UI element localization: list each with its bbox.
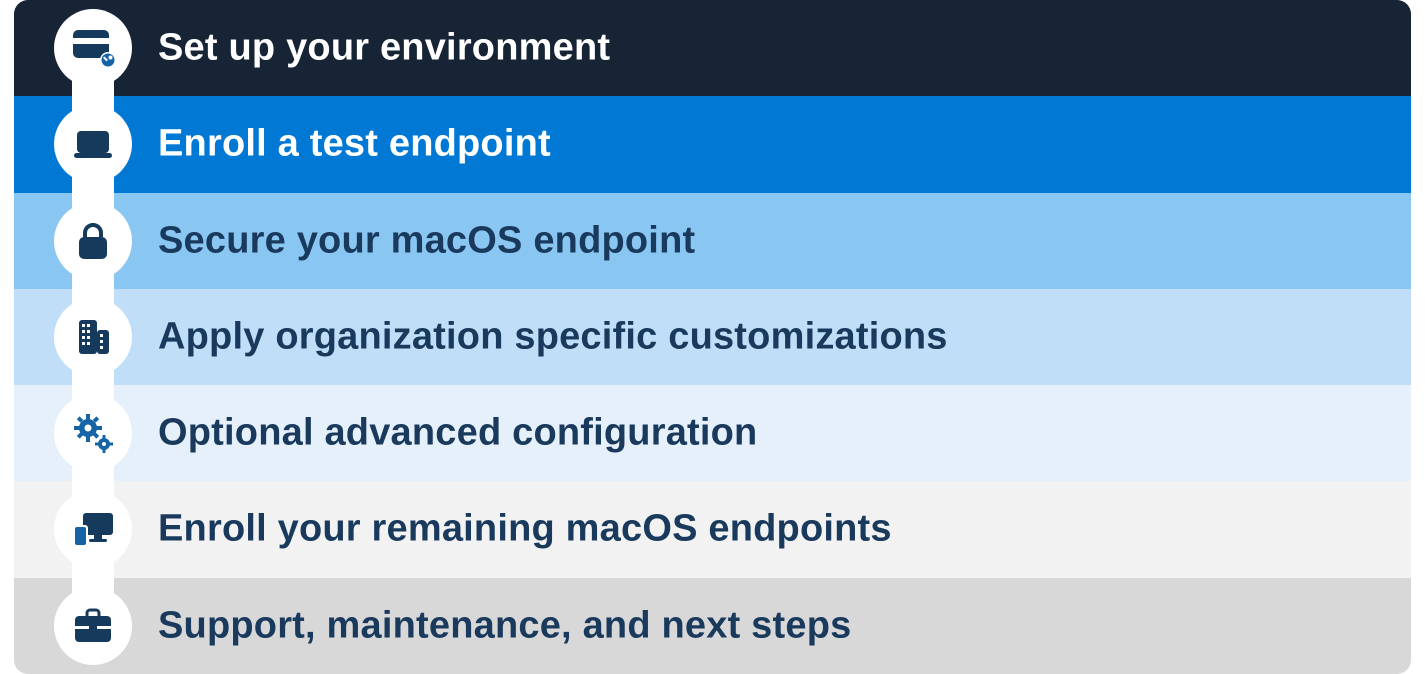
step-5-icon-circle bbox=[54, 394, 132, 472]
step-6-icon-circle bbox=[54, 490, 132, 568]
step-2-icon-circle bbox=[54, 105, 132, 183]
laptop-icon bbox=[67, 118, 119, 170]
step-4-label: Apply organization specific customizatio… bbox=[158, 315, 948, 358]
step-7: Support, maintenance, and next steps bbox=[14, 578, 1411, 674]
step-1-label: Set up your environment bbox=[158, 27, 610, 70]
step-4: Apply organization specific customizatio… bbox=[14, 289, 1411, 385]
step-1: Set up your environment bbox=[14, 0, 1411, 96]
card-key-icon bbox=[67, 22, 119, 74]
building-icon bbox=[67, 311, 119, 363]
step-4-icon-circle bbox=[54, 298, 132, 376]
step-2-label: Enroll a test endpoint bbox=[158, 123, 551, 166]
step-6: Enroll your remaining macOS endpoints bbox=[14, 481, 1411, 577]
step-2: Enroll a test endpoint bbox=[14, 96, 1411, 192]
step-3-label: Secure your macOS endpoint bbox=[158, 219, 695, 262]
gears-icon bbox=[67, 407, 119, 459]
lock-icon bbox=[67, 215, 119, 267]
briefcase-icon bbox=[67, 600, 119, 652]
devices-icon bbox=[67, 503, 119, 555]
step-7-icon-circle bbox=[54, 587, 132, 665]
step-6-label: Enroll your remaining macOS endpoints bbox=[158, 508, 892, 551]
step-5: Optional advanced configuration bbox=[14, 385, 1411, 481]
step-3-icon-circle bbox=[54, 202, 132, 280]
step-1-icon-circle bbox=[54, 9, 132, 87]
step-diagram: Set up your environment Enroll a test en… bbox=[0, 0, 1425, 674]
step-7-label: Support, maintenance, and next steps bbox=[158, 604, 851, 647]
step-3: Secure your macOS endpoint bbox=[14, 193, 1411, 289]
step-5-label: Optional advanced configuration bbox=[158, 412, 757, 455]
